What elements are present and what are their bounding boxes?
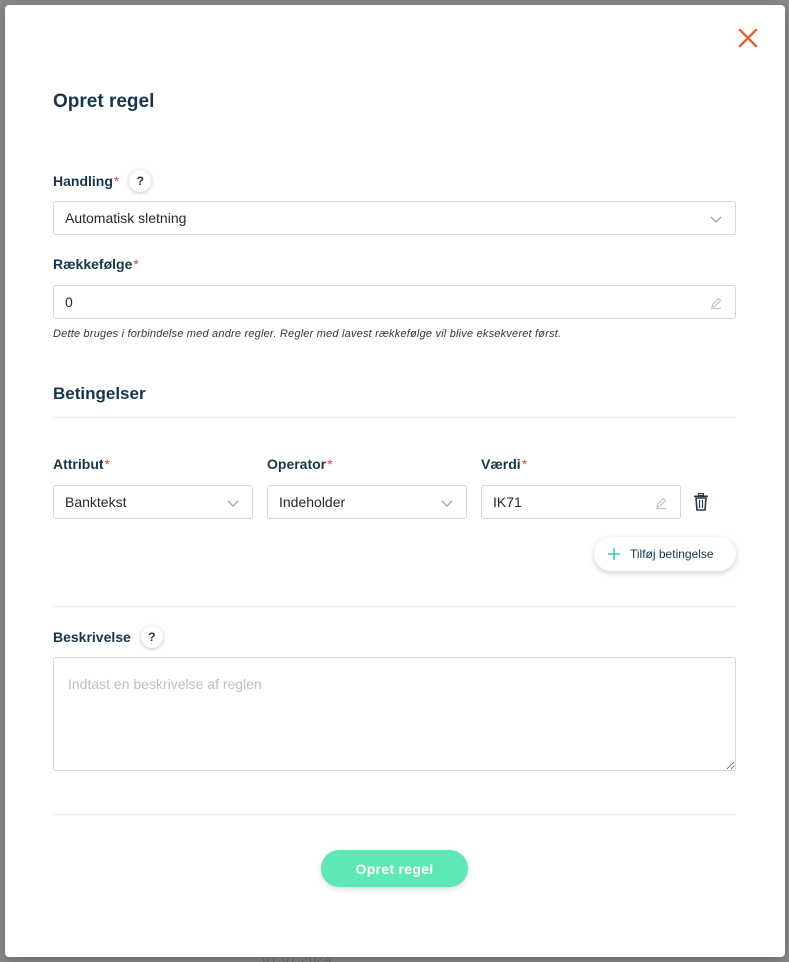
close-icon[interactable] (735, 25, 761, 51)
divider (53, 606, 736, 607)
value-input[interactable]: IK71 (481, 485, 681, 519)
create-rule-button[interactable]: Opret regel (321, 850, 468, 887)
plus-icon (608, 548, 620, 560)
description-textarea[interactable] (53, 657, 736, 771)
order-label-text: Rækkefølge (53, 256, 133, 272)
divider (53, 814, 736, 815)
required-marker: * (521, 456, 528, 472)
operator-label-text: Operator (267, 456, 327, 472)
description-label: Beskrivelse ? (53, 626, 163, 648)
divider (53, 417, 736, 418)
conditions-title: Betingelser (53, 384, 146, 403)
required-marker: * (133, 256, 139, 272)
help-icon[interactable]: ? (140, 626, 163, 648)
required-marker: * (113, 173, 120, 189)
value-label-text: Værdi (481, 456, 521, 472)
chevron-down-icon (441, 500, 453, 507)
attribute-label-text: Attribut (53, 456, 104, 472)
description-label-text: Beskrivelse (53, 629, 131, 645)
chevron-down-icon (710, 216, 722, 223)
handling-label-text: Handling (53, 173, 113, 189)
attribute-select-value: Banktekst (65, 494, 127, 510)
order-label: Rækkefølge * (53, 256, 139, 272)
add-condition-button[interactable]: Tilføj betingelse (594, 537, 736, 571)
attribute-label: Attribut * (53, 456, 110, 472)
operator-select[interactable]: Indeholder (267, 485, 467, 519)
create-rule-modal: Opret regel Handling * ? Automatisk sletn… (5, 5, 785, 957)
order-hint: Dette bruges i forbindelse med andre reg… (53, 328, 562, 340)
operator-select-value: Indeholder (279, 494, 346, 510)
pencil-icon (711, 297, 722, 309)
add-condition-label: Tilføj betingelse (630, 547, 714, 561)
value-input-value: IK71 (493, 494, 522, 510)
pencil-icon (656, 497, 667, 509)
help-icon[interactable]: ? (129, 170, 152, 192)
trash-icon[interactable] (693, 493, 709, 511)
required-marker: * (104, 456, 110, 472)
handling-select[interactable]: Automatisk sletning (53, 201, 736, 235)
required-marker: * (327, 456, 333, 472)
value-label: Værdi * (481, 456, 527, 472)
chevron-down-icon (227, 500, 239, 507)
handling-label: Handling * ? (53, 170, 152, 192)
handling-select-value: Automatisk sletning (65, 210, 187, 226)
order-input-value: 0 (65, 294, 73, 310)
order-input[interactable]: 0 (53, 285, 736, 319)
attribute-select[interactable]: Banktekst (53, 485, 253, 519)
operator-label: Operator * (267, 456, 333, 472)
modal-title: Opret regel (53, 91, 155, 112)
